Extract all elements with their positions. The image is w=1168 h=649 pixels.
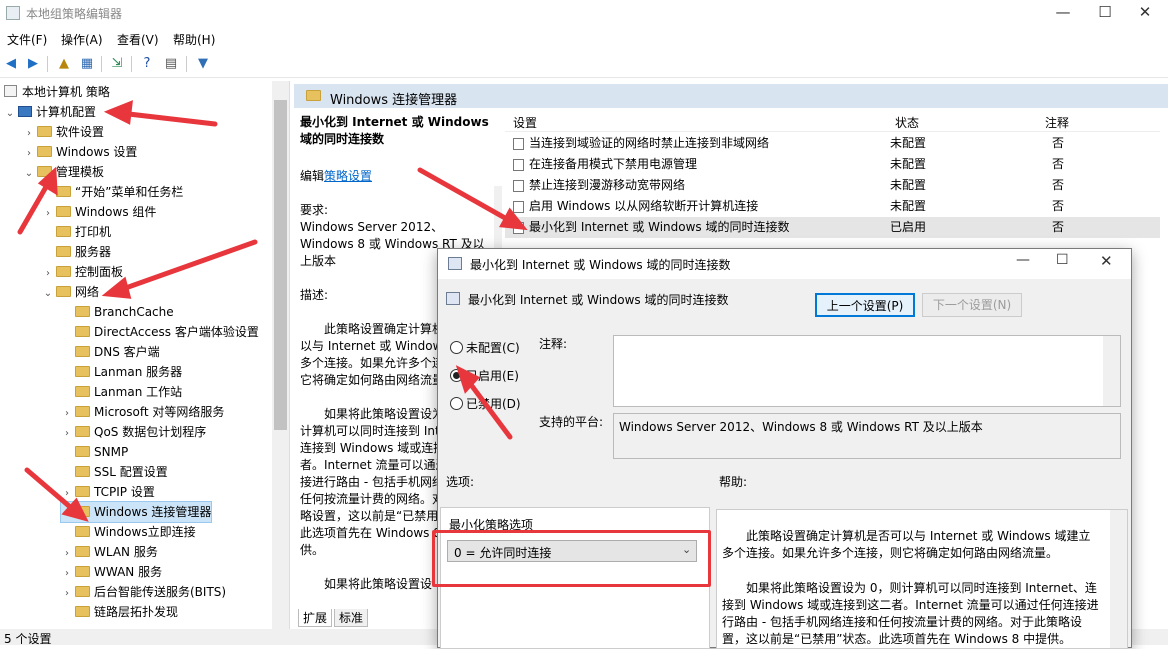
annotation-arrows [17, 100, 528, 522]
annotation-arrowhead [499, 207, 528, 231]
annotation-arrow [117, 239, 258, 293]
annotation-arrow [417, 167, 515, 225]
annotation-arrowhead [103, 100, 133, 125]
annotation-arrowhead [101, 276, 132, 299]
annotation-arrow [24, 467, 79, 515]
annotation-arrow [463, 375, 513, 440]
annotation-arrow [117, 110, 218, 127]
